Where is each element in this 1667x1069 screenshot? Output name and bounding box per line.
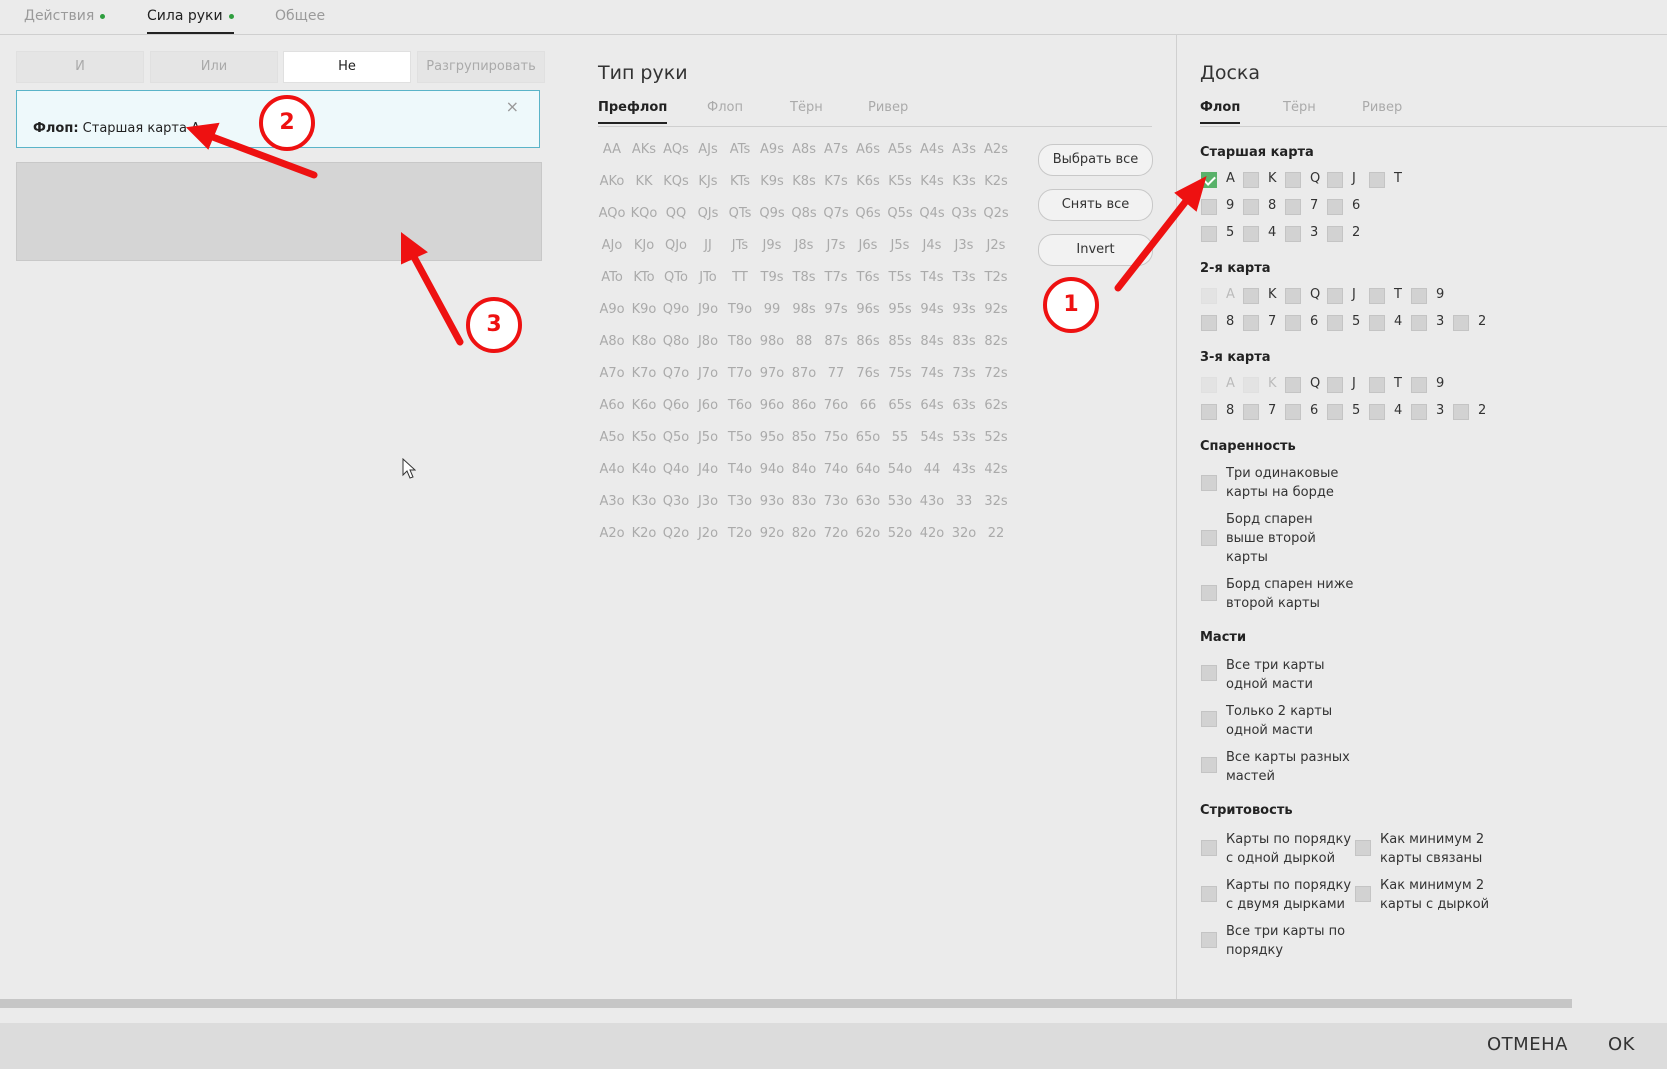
annotation-badge-2: 2 [259, 95, 315, 151]
arrow-1 [1114, 192, 1194, 292]
annotation-badge-1: 1 [1043, 277, 1099, 333]
mouse-cursor-icon [402, 458, 416, 479]
annotation-badge-3: 3 [466, 297, 522, 353]
arrow-2-head [185, 122, 220, 150]
annotation-arrows [185, 122, 1207, 346]
arrow-3 [410, 253, 464, 346]
